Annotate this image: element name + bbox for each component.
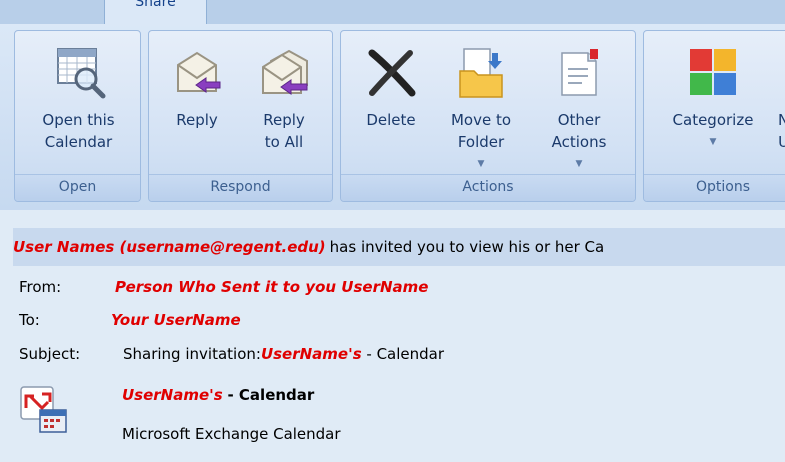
group-label-open: Open — [15, 174, 140, 201]
tab-share[interactable]: Share — [104, 0, 207, 24]
exchange-calendar-icon[interactable] — [20, 386, 68, 434]
from-label: From: — [19, 278, 62, 296]
group-respond: Reply Reply to All Respond — [148, 30, 333, 202]
truncated-options-label: NU — [778, 109, 785, 153]
ribbon: Open this Calendar Open Reply Reply to A… — [0, 24, 785, 210]
to-value[interactable]: Your UserName — [111, 311, 241, 329]
group-label-actions: Actions — [341, 174, 635, 201]
categorize-dropdown-icon: ▼ — [709, 137, 717, 147]
from-value[interactable]: Person Who Sent it to you UserName — [115, 278, 428, 296]
delete-x-icon — [368, 49, 416, 97]
other-actions-button[interactable]: Other Actions ▼ — [531, 31, 627, 175]
reply-label: Reply — [176, 111, 218, 129]
categorize-label: Categorize ▼ — [673, 109, 754, 153]
subject-prefix: Sharing invitation: — [123, 345, 261, 363]
other-actions-dropdown-icon: ▼ — [575, 159, 583, 169]
truncated-options-button[interactable]: NU — [778, 31, 785, 175]
reply-all-envelope-icon — [262, 49, 308, 95]
infobar-text: has invited you to view his or her Ca — [329, 238, 605, 256]
tab-share-label: Share — [135, 0, 176, 10]
group-actions: Delete Move to Folder ▼ Other Actions ▼ … — [340, 30, 636, 202]
message-header: User Names (username@regent.edu) has invi… — [0, 210, 785, 462]
reply-envelope-icon — [177, 51, 221, 93]
invitation-infobar[interactable]: User Names (username@regent.edu) has invi… — [13, 228, 785, 266]
move-to-folder-label: Move to Folder ▼ — [451, 109, 511, 175]
other-actions-icon — [561, 49, 598, 96]
categorize-color-grid-icon — [690, 49, 736, 95]
open-this-calendar-label: Open this Calendar — [42, 111, 115, 151]
other-actions-label: Other Actions ▼ — [552, 109, 607, 175]
subject-label: Subject: — [19, 345, 81, 363]
to-row: To: Your UserName — [19, 307, 241, 333]
group-open: Open this Calendar Open — [14, 30, 141, 202]
reply-button[interactable]: Reply — [157, 31, 237, 175]
attachment-type: Microsoft Exchange Calendar — [122, 425, 341, 443]
subject-name: UserName's — [260, 345, 362, 363]
group-label-options: Options — [644, 174, 785, 201]
attachment-name[interactable]: UserName's - Calendar — [122, 382, 314, 408]
to-label: To: — [19, 311, 40, 329]
categorize-button[interactable]: Categorize ▼ — [648, 31, 778, 175]
calendar-search-icon — [56, 48, 105, 99]
reply-to-all-label: Reply to All — [263, 111, 305, 151]
ribbon-tab-strip: Share — [0, 0, 785, 25]
move-to-folder-dropdown-icon: ▼ — [477, 159, 485, 169]
subject-row: Subject: Sharing invitation:UserName's - … — [19, 341, 444, 367]
open-this-calendar-button[interactable]: Open this Calendar — [15, 31, 140, 175]
group-label-respond: Respond — [149, 174, 332, 201]
reply-to-all-button[interactable]: Reply to All — [241, 31, 327, 175]
group-options: Categorize ▼ NU Options — [643, 30, 785, 202]
infobar-sender: User Names (username@regent.edu) — [13, 238, 326, 256]
delete-button[interactable]: Delete — [351, 31, 431, 175]
subject-suffix: - Calendar — [366, 345, 445, 363]
move-to-folder-icon — [459, 48, 503, 98]
delete-label: Delete — [366, 111, 416, 129]
from-row: From: Person Who Sent it to you UserName — [19, 274, 428, 300]
move-to-folder-button[interactable]: Move to Folder ▼ — [435, 31, 527, 175]
